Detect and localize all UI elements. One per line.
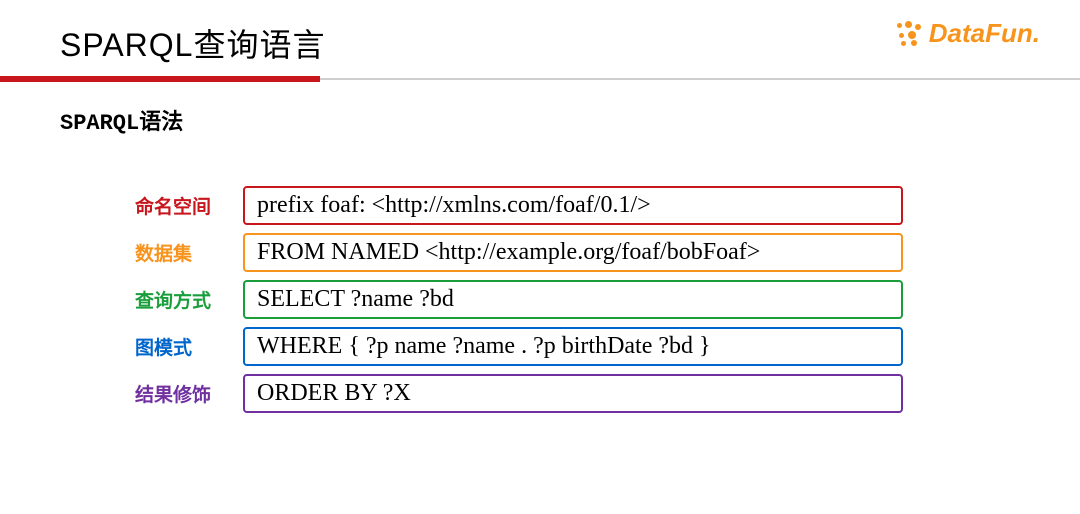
label-modifier: 结果修饰 [135,380,225,407]
row-namespace: 命名空间 prefix foaf: <http://xmlns.com/foaf… [135,186,1010,225]
subtitle: SPARQL语法 [0,80,1080,136]
logo-text: DataFun. [929,18,1040,49]
box-pattern: WHERE { ?p name ?name . ?p birthDate ?bd… [243,327,903,366]
row-query: 查询方式 SELECT ?name ?bd [135,280,1010,319]
row-modifier: 结果修饰 ORDER BY ?X [135,374,1010,413]
row-dataset: 数据集 FROM NAMED <http://example.org/foaf/… [135,233,1010,272]
logo-icon [895,21,925,47]
box-query: SELECT ?name ?bd [243,280,903,319]
box-dataset: FROM NAMED <http://example.org/foaf/bobF… [243,233,903,272]
row-pattern: 图模式 WHERE { ?p name ?name . ?p birthDate… [135,327,1010,366]
box-namespace: prefix foaf: <http://xmlns.com/foaf/0.1/… [243,186,903,225]
label-pattern: 图模式 [135,333,225,360]
label-query: 查询方式 [135,286,225,313]
gray-underline [320,78,1080,80]
label-namespace: 命名空间 [135,192,225,219]
logo: DataFun. [895,18,1040,49]
title-underline [0,76,1080,80]
label-dataset: 数据集 [135,239,225,266]
slide-header: SPARQL查询语言 DataFun. [0,0,1080,66]
box-modifier: ORDER BY ?X [243,374,903,413]
red-underline [0,76,320,82]
syntax-content: 命名空间 prefix foaf: <http://xmlns.com/foaf… [0,136,1080,413]
page-title: SPARQL查询语言 [60,20,1020,66]
